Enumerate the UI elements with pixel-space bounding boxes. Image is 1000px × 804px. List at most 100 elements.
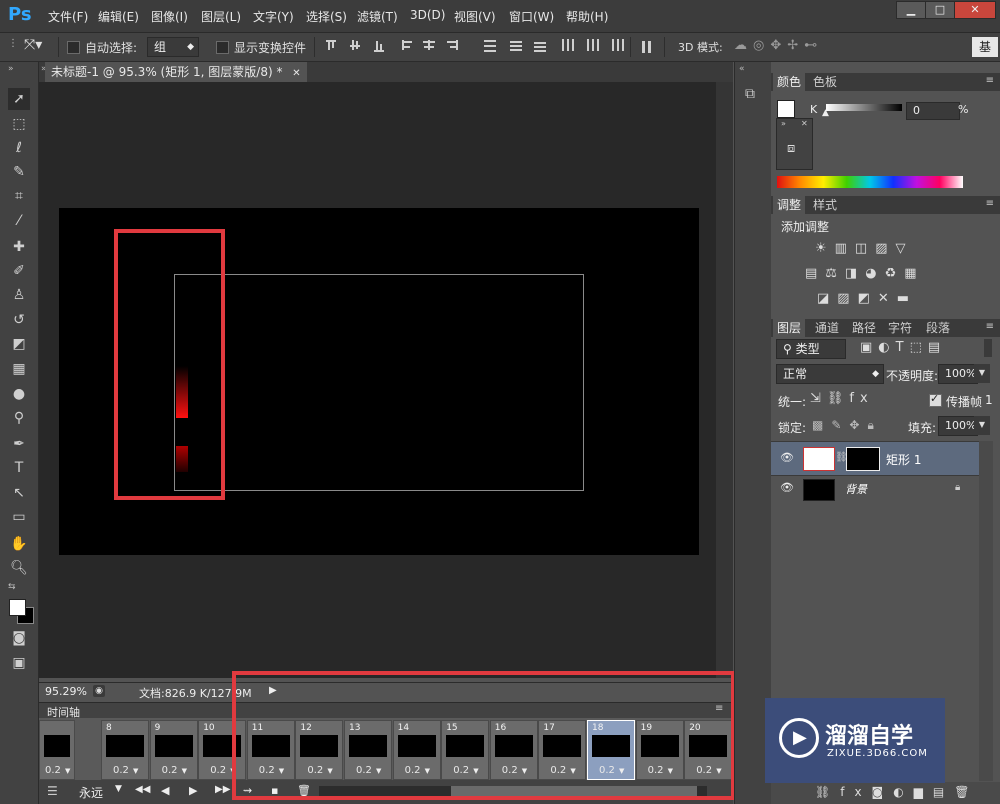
adjustment-icons-row2[interactable]: ▤⚖◨◕♻▦ (805, 266, 925, 281)
align-icons-group[interactable] (322, 36, 652, 56)
foreground-swatch[interactable] (777, 100, 795, 118)
propagate-frame-checkbox[interactable]: ✓ (929, 392, 942, 407)
adjustment-icons-row3[interactable]: ◪▨◩✕▬ (817, 291, 917, 306)
pen-tool-icon[interactable]: ✒ (8, 433, 30, 455)
tab-character[interactable]: 字符 (884, 319, 916, 337)
layers-footer-icons[interactable]: ⛓fx◙◐▆▤🗑︎ (815, 785, 979, 799)
frame-delay[interactable]: 0.2 (113, 765, 129, 776)
lasso-tool-icon[interactable]: ℓ (8, 137, 30, 159)
blur-tool-icon[interactable]: ● (8, 383, 30, 405)
eye-icon[interactable]: 👁︎ (780, 451, 794, 464)
history-brush-tool-icon[interactable]: ↺ (8, 309, 30, 331)
workspace-button[interactable]: 基 (972, 37, 998, 57)
layer-row-background[interactable]: 👁︎ 背景 🔒︎ (771, 475, 979, 502)
k-value-input[interactable]: 0 (906, 102, 960, 120)
hand-tool-icon[interactable]: ✋ (8, 533, 30, 555)
zoom-level[interactable]: 95.29% (45, 685, 87, 698)
screen-mode-icon[interactable]: ▣ (8, 652, 30, 674)
path-select-tool-icon[interactable]: ↖ (8, 482, 30, 504)
layers-scrollbar[interactable] (979, 441, 993, 781)
show-transform-checkbox[interactable] (216, 41, 229, 54)
tab-styles[interactable]: 样式 (809, 196, 841, 214)
first-frame-icon[interactable]: ◀◀ (135, 784, 150, 795)
menu-select[interactable]: 选择(S) (306, 8, 347, 25)
dodge-tool-icon[interactable]: ⚲ (8, 407, 30, 429)
menu-layer[interactable]: 图层(L) (201, 8, 241, 25)
quick-select-tool-icon[interactable]: ✎ (8, 161, 30, 183)
history-panel-icon[interactable]: ⧉ (745, 86, 755, 102)
panel-menu-icon[interactable]: ≡ (986, 75, 994, 86)
expand-icon[interactable]: « (739, 64, 745, 74)
quick-mask-icon[interactable]: ◙ (8, 627, 30, 649)
menu-filter[interactable]: 滤镜(T) (357, 8, 398, 25)
slider-handle-icon[interactable]: ▲ (822, 108, 829, 118)
mini-panel[interactable]: » ✕ ⧈ (776, 118, 813, 170)
timeline-frame[interactable]: 8 0.2 ▼ (101, 720, 149, 780)
properties-icon[interactable]: ⧈ (787, 141, 795, 156)
loop-dropdown-icon[interactable]: ▼ (115, 784, 122, 794)
panel-menu-icon[interactable]: ≡ (986, 198, 994, 209)
eraser-tool-icon[interactable]: ◩ (8, 333, 30, 355)
eye-icon[interactable]: 👁︎ (780, 481, 794, 494)
close-tab-icon[interactable]: ✕ (292, 68, 300, 79)
fill-input[interactable]: 100% (938, 416, 978, 436)
menu-file[interactable]: 文件(F) (48, 8, 88, 25)
status-icon[interactable]: ◉ (93, 685, 105, 697)
frame-delay[interactable]: 0.2 (210, 765, 226, 776)
panel-menu-icon[interactable]: ≡ (986, 321, 994, 332)
blend-mode-dropdown[interactable]: 正常 ◆ (776, 364, 884, 384)
collapse-icon[interactable]: » (8, 64, 14, 74)
fill-arrow-icon[interactable]: ▼ (974, 416, 990, 435)
tab-paths[interactable]: 路径 (848, 319, 880, 337)
play-icon[interactable]: ▶ (189, 784, 197, 797)
stamp-tool-icon[interactable]: ♙ (8, 284, 30, 306)
rectangle-tool-icon[interactable]: ▭ (8, 506, 30, 528)
swap-colors-icon[interactable]: ⇆ (8, 582, 16, 592)
timeline-frame[interactable]: 0.2 ▼ (39, 720, 75, 780)
filter-toggle[interactable] (984, 339, 992, 357)
menu-view[interactable]: 视图(V) (454, 8, 496, 25)
crop-tool-icon[interactable]: ⌗ (8, 185, 30, 207)
menu-help[interactable]: 帮助(H) (566, 8, 608, 25)
close-button[interactable]: ✕ (954, 1, 996, 19)
menu-window[interactable]: 窗口(W) (509, 8, 554, 25)
layer-filter-icons[interactable]: ▣◐T⬚▤ (860, 340, 946, 355)
opacity-arrow-icon[interactable]: ▼ (974, 364, 990, 383)
gradient-tool-icon[interactable]: ▦ (8, 358, 30, 380)
auto-select-checkbox[interactable] (67, 41, 80, 54)
tab-channels[interactable]: 通道 (811, 319, 843, 337)
menu-edit[interactable]: 编辑(E) (98, 8, 139, 25)
tab-layers[interactable]: 图层 (773, 319, 806, 337)
tab-swatches[interactable]: 色板 (809, 73, 841, 91)
type-tool-icon[interactable]: T (8, 457, 30, 479)
delay-dropdown-icon[interactable]: ▼ (65, 767, 70, 775)
move-tool-icon[interactable]: ⤧▾ (24, 37, 42, 53)
frame-delay[interactable]: 0.2 (45, 765, 61, 776)
prev-frame-icon[interactable]: ◀ (161, 784, 169, 797)
layer-row-rect1[interactable]: 👁︎ ⛓ 矩形 1 (771, 441, 979, 475)
convert-timeline-icon[interactable]: ☰ (47, 784, 58, 798)
minimize-button[interactable]: ▁ (896, 1, 926, 19)
opacity-input[interactable]: 100% (938, 364, 978, 384)
healing-brush-tool-icon[interactable]: ✚ (8, 236, 30, 258)
auto-select-dropdown[interactable]: 组 ◆ (147, 37, 199, 57)
delay-dropdown-icon[interactable]: ▼ (182, 767, 187, 775)
layer-name[interactable]: 矩形 1 (886, 451, 921, 468)
brush-tool-icon[interactable]: ✐ (8, 260, 30, 282)
timeline-frame[interactable]: 9 0.2 ▼ (149, 720, 198, 780)
lock-icons[interactable]: ▩✎✥🔒︎ (812, 418, 882, 433)
vertical-scrollbar[interactable] (716, 82, 733, 678)
move-tool-icon[interactable]: ➚ (8, 88, 30, 110)
eyedropper-tool-icon[interactable]: ⁄ (8, 210, 30, 232)
delay-dropdown-icon[interactable]: ▼ (133, 767, 138, 775)
next-frame-icon[interactable]: ▶▶ (215, 784, 230, 795)
zoom-tool-icon[interactable]: 🔍︎ (8, 557, 30, 579)
color-spectrum-bar[interactable] (777, 176, 963, 188)
collapse-icon[interactable]: » (781, 119, 786, 128)
tab-paragraph[interactable]: 段落 (922, 319, 954, 337)
3d-tools-icons[interactable]: ☁◎✥✢⊷ (734, 38, 823, 53)
layer-name[interactable]: 背景 (845, 481, 867, 497)
adjustment-icons-row1[interactable]: ☀▥◫▨▽ (815, 241, 914, 256)
tab-color[interactable]: 颜色 (773, 73, 806, 91)
menu-3d[interactable]: 3D(D) (410, 8, 445, 22)
